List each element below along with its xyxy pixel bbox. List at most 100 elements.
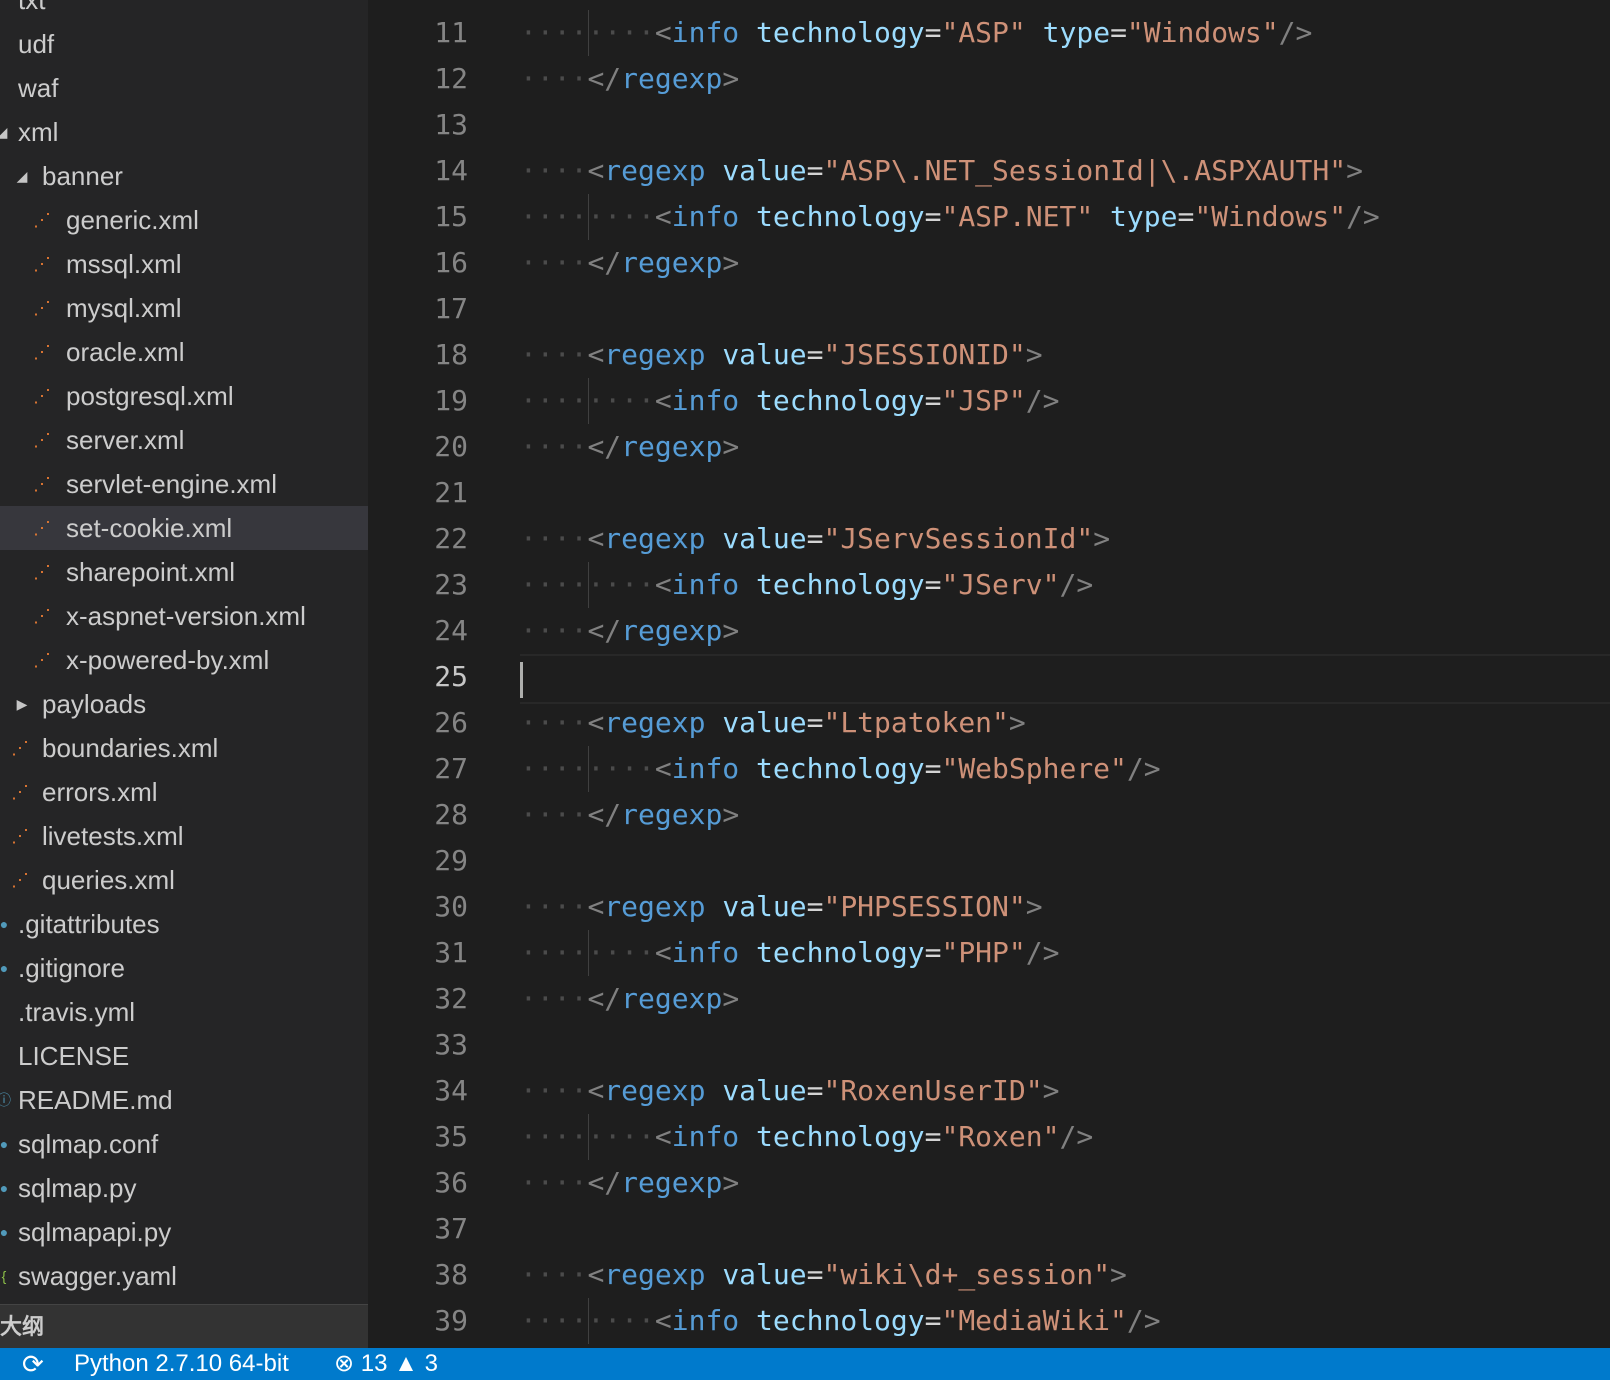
xml-file-icon: ⋰ <box>33 650 51 670</box>
code-line[interactable]: ···· ····<info technology="ASP.NET" type=… <box>520 194 1610 240</box>
indent-whitespace: ···· <box>520 982 588 1015</box>
code-line[interactable]: ····<regexp value="JServSessionId"> <box>520 516 1610 562</box>
line-number: 33 <box>434 1028 468 1061</box>
tree-item[interactable]: LICENSE <box>0 1034 368 1078</box>
tree-item-label: set-cookie.xml <box>66 513 233 543</box>
tree-item[interactable]: waf <box>0 66 368 110</box>
code-line[interactable]: ····</regexp> <box>520 792 1610 838</box>
tree-item[interactable]: ⋰ x-powered-by.xml <box>0 638 368 682</box>
line-number: 26 <box>434 706 468 739</box>
indent-guide <box>588 1298 589 1344</box>
tree-item[interactable]: udf <box>0 22 368 66</box>
tree-item[interactable]: ⋰ mysql.xml <box>0 286 368 330</box>
line-number: 14 <box>434 154 468 187</box>
indent-whitespace: ···· <box>520 62 588 95</box>
code-line[interactable]: ····<regexp value="wiki\d+_session"> <box>520 1252 1610 1298</box>
code-line[interactable]: ····</regexp> <box>520 1160 1610 1206</box>
info-tag: info <box>671 936 740 969</box>
tree-item[interactable]: ⋰ servlet-engine.xml <box>0 462 368 506</box>
code-line[interactable]: ····</regexp> <box>520 424 1610 470</box>
code-line[interactable]: ····<regexp value="PHPSESSION"> <box>520 884 1610 930</box>
tree-item[interactable]: ⋰ set-cookie.xml <box>0 506 368 550</box>
code-line[interactable] <box>520 102 1610 148</box>
code-line[interactable]: ····<regexp value="JSESSIONID"> <box>520 332 1610 378</box>
tree-item-label: livetests.xml <box>42 821 184 851</box>
line-number: 29 <box>434 844 468 877</box>
sync-icon[interactable]: ⟳ <box>22 1348 44 1380</box>
regexp-tag: regexp <box>604 890 706 923</box>
indent-whitespace: ···· <box>587 16 655 49</box>
code-line[interactable]: ···· ····<info technology="MediaWiki"/> <box>520 1298 1610 1344</box>
tree-item-label: .travis.yml <box>18 997 135 1027</box>
file-tree: txt udf waf ◢ xml ◢ banner ⋰ generic.xml ⋰ mssql.x… <box>0 0 368 1298</box>
tree-item[interactable]: ⋰ queries.xml <box>0 858 368 902</box>
code-area[interactable]: ···· ····<info technology="ASP" type="Win… <box>520 0 1610 1348</box>
code-line[interactable]: ····<regexp value="ASP\.NET_SessionId|\.… <box>520 148 1610 194</box>
code-line[interactable] <box>520 470 1610 516</box>
code-line[interactable] <box>520 654 1610 704</box>
problems-indicator[interactable]: ⊗ 13 ▲ 3 <box>334 1348 438 1380</box>
code-line[interactable] <box>520 286 1610 332</box>
tree-item[interactable]: ⋰ x-aspnet-version.xml <box>0 594 368 638</box>
tree-item[interactable]: ⋰ server.xml <box>0 418 368 462</box>
code-line[interactable]: ····</regexp> <box>520 608 1610 654</box>
tree-item-label: swagger.yaml <box>18 1261 177 1291</box>
code-line[interactable]: ···· ····<info technology="Roxen"/> <box>520 1114 1610 1160</box>
code-line[interactable]: ····</regexp> <box>520 240 1610 286</box>
tree-item-label: errors.xml <box>42 777 158 807</box>
indent-whitespace: ···· <box>520 1304 588 1337</box>
tree-item-label: payloads <box>42 689 147 719</box>
code-line[interactable]: ····<regexp value="RoxenUserID"> <box>520 1068 1610 1114</box>
tree-item[interactable]: ⋰ livetests.xml <box>0 814 368 858</box>
xml-file-icon: ⋰ <box>11 782 29 802</box>
tree-item-label: servlet-engine.xml <box>66 469 277 499</box>
code-line[interactable]: ····</regexp> <box>520 976 1610 1022</box>
outline-section-header[interactable]: 大纲 <box>0 1304 368 1348</box>
tree-item[interactable]: ⋰ boundaries.xml <box>0 726 368 770</box>
code-line[interactable] <box>520 1206 1610 1252</box>
tree-item[interactable]: ● sqlmap.conf <box>0 1122 368 1166</box>
code-line[interactable]: ···· ····<info technology="JSP"/> <box>520 378 1610 424</box>
tree-item[interactable]: ⋰ oracle.xml <box>0 330 368 374</box>
tree-item[interactable]: ▶ payloads <box>0 682 368 726</box>
tree-item[interactable]: ◢ xml <box>0 110 368 154</box>
line-number: 18 <box>434 338 468 371</box>
code-line[interactable]: ····</regexp> <box>520 56 1610 102</box>
indent-whitespace: ···· <box>520 1120 588 1153</box>
code-line[interactable]: ···· ····<info technology="JServ"/> <box>520 562 1610 608</box>
tree-item[interactable]: ⋰ postgresql.xml <box>0 374 368 418</box>
line-number: 24 <box>434 614 468 647</box>
tree-item[interactable]: ● sqlmap.py <box>0 1166 368 1210</box>
code-line[interactable] <box>520 838 1610 884</box>
tree-item[interactable]: ⋰ generic.xml <box>0 198 368 242</box>
code-line[interactable]: ····<regexp value="Ltpatoken"> <box>520 700 1610 746</box>
code-line[interactable] <box>520 1022 1610 1068</box>
tree-item[interactable]: ⋰ sharepoint.xml <box>0 550 368 594</box>
indent-whitespace: ···· <box>520 798 588 831</box>
code-line[interactable]: ···· ····<info technology="PHP"/> <box>520 930 1610 976</box>
outline-label: 大纲 <box>0 1314 45 1339</box>
line-number: 17 <box>434 292 468 325</box>
regexp-value: "Ltpatoken" <box>823 706 1009 739</box>
python-interpreter-selector[interactable]: Python 2.7.10 64-bit <box>74 1348 289 1380</box>
tree-item[interactable]: { swagger.yaml <box>0 1254 368 1298</box>
explorer-sidebar: txt udf waf ◢ xml ◢ banner ⋰ generic.xml ⋰ mssql.x… <box>0 0 368 1348</box>
indent-whitespace: ···· <box>520 16 588 49</box>
code-line[interactable]: ···· ····<info technology="ASP" type="Win… <box>520 10 1610 56</box>
tree-item[interactable]: ● .gitignore <box>0 946 368 990</box>
tree-item-label: boundaries.xml <box>42 733 219 763</box>
tree-item[interactable]: ● sqlmapapi.py <box>0 1210 368 1254</box>
xml-file-icon: ⋰ <box>33 254 51 274</box>
tree-item[interactable]: ● .gitattributes <box>0 902 368 946</box>
tree-item[interactable]: txt <box>0 0 368 22</box>
line-number: 20 <box>434 430 468 463</box>
yaml-file-icon: { <box>1 1268 7 1284</box>
code-line[interactable]: ···· ····<info technology="WebSphere"/> <box>520 746 1610 792</box>
tree-item[interactable]: ⋰ errors.xml <box>0 770 368 814</box>
file-icon: ● <box>0 1136 9 1152</box>
tree-item[interactable]: ⓘ README.md <box>0 1078 368 1122</box>
tree-item[interactable]: ⋰ mssql.xml <box>0 242 368 286</box>
tree-item[interactable]: .travis.yml <box>0 990 368 1034</box>
tree-item[interactable]: ◢ banner <box>0 154 368 198</box>
code-editor[interactable]: 11 12 13 14 15 16 17 18 19 20 21 22 23 24 25 26 27 28 29 30… <box>368 0 1610 1348</box>
